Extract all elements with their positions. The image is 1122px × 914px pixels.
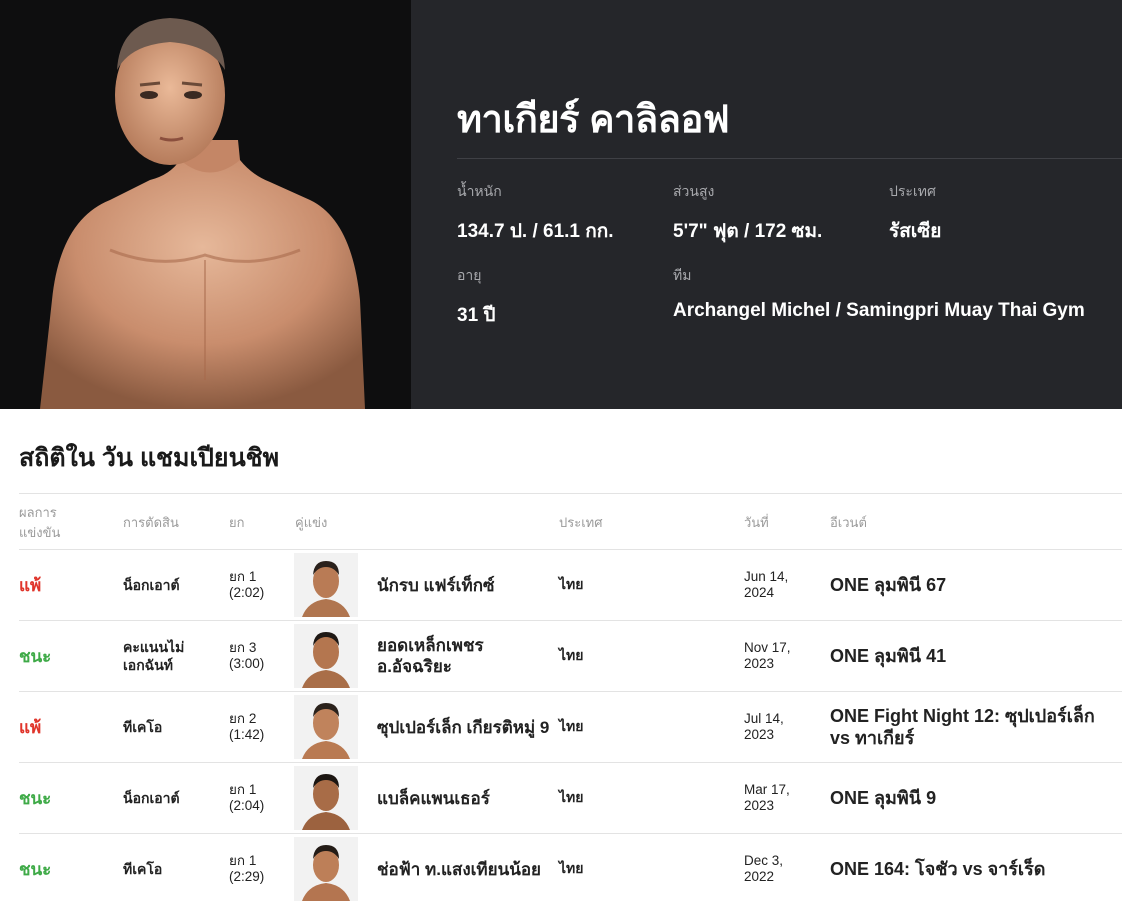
- header-round: ยก: [229, 515, 245, 530]
- fight-date-md: Nov 17,: [744, 640, 791, 655]
- table-row[interactable]: ชนะ ทีเคโอ ยก 1 (2:29) ช่อฟ้า ท.แสงเทียน…: [19, 834, 1122, 905]
- opponent-country: ไทย: [559, 718, 584, 734]
- divider: [457, 158, 1122, 159]
- event-link[interactable]: ONE ลุมพินี 9: [830, 787, 936, 809]
- opponent-name[interactable]: ยอดเหล็กเพชร อ.อัจฉริยะ: [377, 635, 552, 677]
- table-row[interactable]: ชนะ คะแนนไม่เอกฉันท์ ยก 3 (3:00) ยอดเหล็…: [19, 621, 1122, 692]
- fight-date-md: Jun 14,: [744, 569, 789, 584]
- opponent-avatar[interactable]: [294, 695, 358, 759]
- round-time: (2:29): [229, 869, 265, 884]
- opponent-avatar[interactable]: [294, 624, 358, 688]
- header-method: การตัดสิน: [123, 515, 179, 530]
- result-badge: ชนะ: [19, 859, 52, 879]
- table-row[interactable]: แพ้ ทีเคโอ ยก 2 (1:42) ซุปเปอร์เล็ก เกีย…: [19, 692, 1122, 763]
- result-badge: ชนะ: [19, 646, 52, 666]
- country-label: ประเทศ: [889, 183, 936, 199]
- round-number: ยก 2: [229, 711, 257, 726]
- country-stat: ประเทศ รัสเซีย: [889, 181, 941, 246]
- weight-value: 134.7 ป. / 61.1 กก.: [457, 221, 614, 242]
- opponent-avatar[interactable]: [294, 837, 358, 901]
- fight-record-table: ผลการ แข่งขัน การตัดสิน ยก คู่แข่ง ประเท…: [19, 493, 1122, 905]
- opponent-avatar[interactable]: [294, 553, 358, 617]
- round-number: ยก 1: [229, 569, 257, 584]
- opponent-country: ไทย: [559, 789, 584, 805]
- opponent-avatar[interactable]: [294, 766, 358, 830]
- fight-date-year: 2023: [744, 727, 775, 742]
- fight-date-md: Mar 17,: [744, 782, 790, 797]
- header-country: ประเทศ: [559, 515, 603, 530]
- result-badge: ชนะ: [19, 788, 52, 808]
- table-header: ผลการ แข่งขัน การตัดสิน ยก คู่แข่ง ประเท…: [19, 493, 1122, 550]
- event-link[interactable]: ONE Fight Night 12: ซุปเปอร์เล็ก vs ทาเก…: [830, 705, 1110, 749]
- round-number: ยก 1: [229, 782, 257, 797]
- method-text: คะแนนไม่เอกฉันท์: [123, 639, 185, 673]
- fight-date-year: 2023: [744, 798, 775, 813]
- opponent-country: ไทย: [559, 647, 584, 663]
- height-label: ส่วนสูง: [673, 183, 715, 199]
- opponent-name[interactable]: แบล็คแพนเธอร์: [377, 788, 490, 809]
- header-result: ผลการ แข่งขัน: [19, 505, 61, 540]
- round-time: (3:00): [229, 656, 265, 671]
- opponent-name[interactable]: ซุปเปอร์เล็ก เกียรติหมู่ 9: [377, 717, 549, 738]
- table-row[interactable]: ชนะ น็อกเอาต์ ยก 1 (2:04) แบล็คแพนเธอร์ …: [19, 763, 1122, 834]
- height-value: 5'7" ฟุต / 172 ซม.: [673, 221, 823, 242]
- fighter-info-panel: ทาเกียร์ คาลิลอฟ น้ำหนัก 134.7 ป. / 61.1…: [411, 0, 1122, 409]
- table-row[interactable]: แพ้ น็อกเอาต์ ยก 1 (2:02) นักรบ แฟร์เท็ก…: [19, 550, 1122, 621]
- method-text: น็อกเอาต์: [123, 790, 180, 806]
- round-time: (2:04): [229, 798, 265, 813]
- event-link[interactable]: ONE ลุมพินี 67: [830, 574, 946, 596]
- fighter-portrait-image: [40, 18, 365, 409]
- round-time: (1:42): [229, 727, 265, 742]
- opponent-country: ไทย: [559, 576, 584, 592]
- fight-date-year: 2024: [744, 585, 775, 600]
- method-text: ทีเคโอ: [123, 861, 163, 877]
- fighter-photo: [0, 0, 411, 409]
- fighter-name: ทาเกียร์ คาลิลอฟ: [457, 99, 730, 141]
- opponent-country: ไทย: [559, 860, 584, 876]
- team-value: Archangel Michel / Samingpri Muay Thai G…: [673, 300, 1085, 321]
- record-title: สถิติใน วัน แชมเปียนชิพ: [19, 444, 280, 472]
- team-label: ทีม: [673, 267, 692, 283]
- opponent-name[interactable]: ช่อฟ้า ท.แสงเทียนน้อย: [377, 859, 541, 880]
- team-stat: ทีม Archangel Michel / Samingpri Muay Th…: [673, 265, 1085, 322]
- event-link[interactable]: ONE 164: โจชัว vs จาร์เร็ด: [830, 858, 1045, 880]
- opponent-name[interactable]: นักรบ แฟร์เท็กซ์: [377, 575, 495, 596]
- header-opponent: คู่แข่ง: [295, 515, 328, 530]
- event-link[interactable]: ONE ลุมพินี 41: [830, 645, 946, 667]
- age-value: 31 ปี: [457, 305, 496, 326]
- method-text: น็อกเอาต์: [123, 577, 180, 593]
- fight-date-md: Dec 3,: [744, 853, 784, 868]
- age-label: อายุ: [457, 267, 482, 283]
- result-badge: แพ้: [19, 717, 42, 737]
- height-stat: ส่วนสูง 5'7" ฟุต / 172 ซม.: [673, 181, 822, 246]
- fight-date-year: 2023: [744, 656, 775, 671]
- round-number: ยก 3: [229, 640, 257, 655]
- round-time: (2:02): [229, 585, 265, 600]
- weight-label: น้ำหนัก: [457, 183, 502, 199]
- header-date: วันที่: [744, 515, 769, 530]
- result-badge: แพ้: [19, 575, 42, 595]
- header-event: อีเวนต์: [830, 515, 867, 530]
- round-number: ยก 1: [229, 853, 257, 868]
- fighter-hero: ทาเกียร์ คาลิลอฟ น้ำหนัก 134.7 ป. / 61.1…: [0, 0, 1122, 409]
- weight-stat: น้ำหนัก 134.7 ป. / 61.1 กก.: [457, 181, 614, 246]
- method-text: ทีเคโอ: [123, 719, 163, 735]
- country-value: รัสเซีย: [889, 221, 942, 242]
- fight-date-year: 2022: [744, 869, 775, 884]
- age-stat: อายุ 31 ปี: [457, 265, 495, 330]
- fight-date-md: Jul 14,: [744, 711, 784, 726]
